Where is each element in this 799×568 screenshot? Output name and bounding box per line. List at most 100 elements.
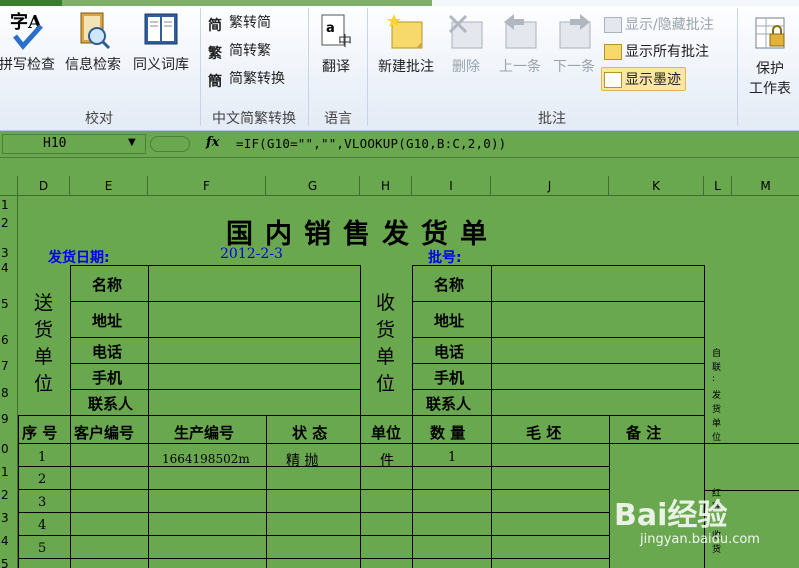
batch-label: 批号:	[428, 250, 462, 266]
research-book-icon	[80, 12, 111, 50]
convert-icon: 簡	[208, 74, 222, 90]
ship-date-value[interactable]: 2012-2-3	[220, 246, 283, 262]
receiver-field-label: 联系人	[426, 395, 472, 413]
delete-comment-button[interactable]: 删除	[444, 12, 488, 76]
to-simplified-button[interactable]: 简繁转简	[208, 12, 271, 34]
new-comment-button[interactable]: 新建批注	[370, 12, 442, 76]
column-header-D[interactable]: D	[18, 176, 70, 196]
column-header-H[interactable]: H	[360, 176, 412, 196]
spell-check-button[interactable]: 字A 拼写检查	[0, 10, 58, 74]
spell-check-icon: 字A	[10, 11, 43, 50]
delete-comment-icon	[448, 14, 483, 49]
group-label-comments: 批注	[538, 111, 566, 127]
sender-field-label: 联系人	[88, 395, 134, 413]
column-header-I[interactable]: I	[412, 176, 491, 196]
row-header[interactable]: 1	[0, 465, 16, 479]
thesaurus-book-icon	[144, 13, 178, 45]
watermark-brand: Bai经验	[614, 498, 728, 533]
row-header[interactable]: 5	[0, 557, 16, 568]
table-header: 状 态	[292, 424, 328, 442]
to-simplified-icon: 简	[208, 18, 222, 34]
show-all-comments-button[interactable]: 显示所有批注	[604, 41, 709, 61]
formula-input[interactable]: =IF(G10="","",VLOOKUP(G10,B:C,2,0))	[236, 136, 506, 151]
info-search-button[interactable]: 信息检索	[60, 10, 126, 74]
group-label-chinese-conversion: 中文简繁转换	[212, 111, 296, 127]
receiver-field-label: 地址	[434, 312, 465, 330]
row-header[interactable]: 2	[0, 216, 16, 230]
row-header[interactable]: 8	[0, 386, 16, 400]
sender-field-label: 名称	[92, 276, 123, 294]
spell-check-label: 拼写检查	[0, 57, 55, 73]
column-header-J[interactable]: J	[491, 176, 609, 196]
show-hide-comment-button[interactable]: 显示/隐藏批注	[604, 14, 714, 34]
table-header: 毛 坯	[526, 424, 562, 442]
new-comment-label: 新建批注	[378, 59, 434, 75]
table-header: 数 量	[430, 424, 466, 442]
thesaurus-button[interactable]: 同义词库	[128, 10, 194, 74]
column-header-M[interactable]: M	[732, 176, 799, 196]
row-header[interactable]: 3	[0, 511, 16, 525]
row-header[interactable]: 3	[0, 246, 16, 260]
group-label-language: 语言	[324, 111, 352, 127]
column-header-K[interactable]: K	[609, 176, 704, 196]
thesaurus-label: 同义词库	[133, 57, 189, 73]
watermark-url: jingyan.baidu.com	[640, 532, 760, 547]
row-header[interactable]: 2	[0, 488, 16, 502]
table-header: 序 号	[22, 424, 58, 442]
sender-field-label: 地址	[92, 312, 123, 330]
row-header[interactable]: 0	[0, 442, 16, 456]
table-row-seq: 4	[38, 518, 47, 533]
svg-text:a: a	[326, 21, 335, 36]
column-header-G[interactable]: G	[266, 176, 360, 196]
column-header-bar: DEFGHIJKLM	[0, 176, 799, 196]
row1-seq: 1	[38, 450, 47, 465]
info-search-label: 信息检索	[65, 57, 121, 73]
row-header[interactable]: 7	[0, 359, 16, 373]
show-ink-button[interactable]: 显示墨迹	[601, 67, 686, 91]
row-header[interactable]: 5	[0, 297, 16, 311]
row1-production-no[interactable]: 1664198502m	[162, 452, 250, 466]
row-header[interactable]: 1	[0, 198, 16, 212]
receiver-field-label: 手机	[434, 369, 465, 387]
column-header-E[interactable]: E	[70, 176, 148, 196]
table-row-seq: 3	[38, 495, 47, 510]
table-row-seq: 2	[38, 472, 47, 487]
receiver-field-label: 名称	[434, 276, 465, 294]
column-header-F[interactable]: F	[148, 176, 266, 196]
show-ink-icon	[604, 72, 622, 88]
protect-sheet-button[interactable]: 保护 工作表	[742, 14, 798, 98]
name-box[interactable]: H10	[2, 134, 146, 154]
to-traditional-icon: 繁	[208, 46, 222, 62]
ship-date-label: 发货日期:	[48, 250, 110, 266]
worksheet-grid[interactable]: DEFGHIJKLM 1234567890123456 国内销售发货单 发货日期…	[0, 160, 799, 568]
next-comment-icon	[559, 14, 591, 49]
name-box-dropdown-icon[interactable]: ▼	[128, 137, 136, 148]
row-header[interactable]: 9	[0, 412, 16, 426]
sender-field-label: 手机	[92, 369, 123, 387]
row-header[interactable]: 6	[0, 333, 16, 347]
row-header[interactable]: 4	[0, 534, 16, 548]
table-header: 单位	[371, 424, 402, 442]
row1-unit[interactable]: 件	[380, 450, 394, 470]
formula-bar-expand-handle[interactable]	[150, 136, 190, 152]
to-traditional-button[interactable]: 繁简转繁	[208, 40, 271, 62]
table-header: 客户编号	[74, 424, 135, 442]
formula-bar: H10 ▼ fx =IF(G10="","",VLOOKUP(G10,B:C,2…	[0, 132, 799, 158]
row1-qty[interactable]: 1	[448, 450, 456, 465]
show-all-comments-icon	[604, 44, 622, 60]
sender-field-label: 电话	[92, 343, 123, 361]
previous-comment-button[interactable]: 上一条	[494, 12, 546, 76]
translate-button[interactable]: a 中 翻译	[312, 12, 360, 76]
row-header[interactable]: 4	[0, 261, 16, 275]
next-comment-button[interactable]: 下一条	[548, 12, 600, 76]
table-header: 备 注	[626, 424, 662, 442]
svg-text:中: 中	[338, 34, 352, 50]
insert-function-icon[interactable]: fx	[206, 135, 219, 150]
convert-button[interactable]: 簡简繁转换	[208, 68, 285, 90]
column-header-L[interactable]: L	[704, 176, 732, 196]
row1-status[interactable]: 精 抛	[286, 450, 318, 470]
receiver-field-label: 电话	[434, 343, 465, 361]
translate-icon: a 中	[321, 14, 352, 50]
table-header: 生产编号	[174, 424, 235, 442]
ribbon: 字A 拼写检查 信息检索 同义词库 校对 简繁转简 繁简转繁 簡简繁转换 中文简…	[0, 0, 799, 131]
